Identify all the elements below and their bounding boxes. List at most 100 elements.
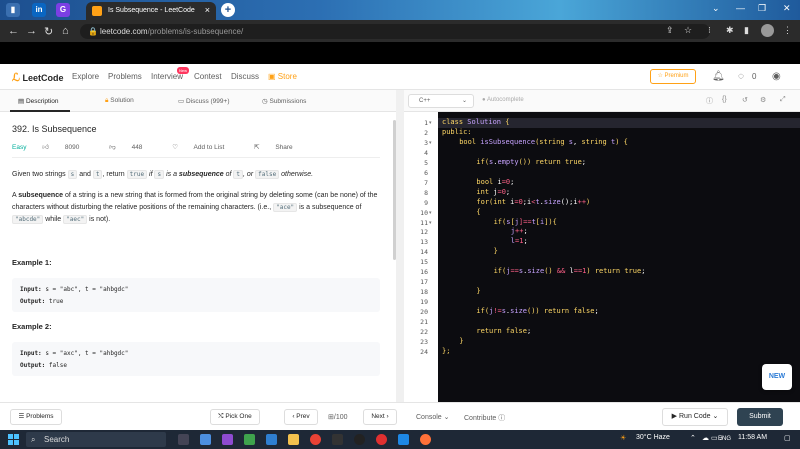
code-line[interactable]: if(s[j]==t[i]){ xyxy=(494,218,557,226)
code-line[interactable]: class Solution { xyxy=(442,118,509,126)
fold-arrow-icon[interactable]: ▾ xyxy=(429,140,432,146)
pick-one-button[interactable]: ⤭ Pick One xyxy=(210,409,260,425)
active-tab[interactable]: Is Subsequence - LeetCode × xyxy=(86,2,216,20)
code-line[interactable]: bool isSubsequence(string s, string t) { xyxy=(459,138,628,146)
notifications-icon[interactable]: ▢ xyxy=(784,434,791,442)
sidebar-icon[interactable]: ▮ xyxy=(744,25,749,36)
weather-text[interactable]: 30°C Haze xyxy=(636,434,670,441)
new-tab-button[interactable]: + xyxy=(221,3,235,17)
settings-icon[interactable]: ⚙ xyxy=(760,96,766,104)
vscode-icon[interactable] xyxy=(398,434,409,445)
close-window-icon[interactable]: ✕ xyxy=(783,3,791,14)
fullscreen-icon[interactable]: ⤢ xyxy=(780,96,786,104)
menu-icon[interactable]: ⋮ xyxy=(783,25,792,36)
submit-button[interactable]: Submit xyxy=(737,408,783,426)
pinned-tab-icon[interactable]: ▮ xyxy=(6,3,20,17)
linkedin-tab-icon[interactable]: in xyxy=(32,3,46,17)
prev-button[interactable]: ‹ Prev xyxy=(284,409,318,425)
restore-icon[interactable]: ❐ xyxy=(758,3,766,14)
opera-icon[interactable] xyxy=(376,434,387,445)
code-line[interactable]: } xyxy=(476,287,480,295)
onenote-icon[interactable] xyxy=(222,434,233,445)
task-view-icon[interactable] xyxy=(178,434,189,445)
user-avatar-icon[interactable]: ◉ xyxy=(772,71,781,82)
app-icon[interactable] xyxy=(200,434,211,445)
windows-start-icon[interactable] xyxy=(8,434,19,445)
coin-icon[interactable]: ◌ xyxy=(738,71,744,82)
tab-description[interactable]: ▤ Description xyxy=(18,97,58,105)
console-toggle[interactable]: Console ⌄ xyxy=(416,413,450,421)
tab-search-icon[interactable]: ⌄ xyxy=(712,3,720,14)
code-line[interactable]: for(int i=0;i<t.size();i++) xyxy=(476,198,590,206)
tab-submissions[interactable]: ◷ Submissions xyxy=(262,97,306,105)
tray-chevron-icon[interactable]: ⌃ xyxy=(690,434,696,442)
url-field[interactable]: 🔒 leetcode.com/problems/is-subsequence/ xyxy=(80,24,710,39)
minimize-icon[interactable]: — xyxy=(736,3,745,13)
premium-button[interactable]: ☆ Premium xyxy=(650,69,696,84)
code-line[interactable]: { xyxy=(476,208,480,216)
code-line[interactable]: bool i=0; xyxy=(476,178,514,186)
fold-arrow-icon[interactable]: ▾ xyxy=(429,210,432,216)
dislike-button[interactable]: 👎︎ 448 xyxy=(109,144,156,151)
code-line[interactable]: j++; xyxy=(511,227,528,235)
reset-icon[interactable]: ↺ xyxy=(742,96,748,104)
fold-arrow-icon[interactable]: ▾ xyxy=(429,120,432,126)
code-line[interactable]: l=1; xyxy=(511,237,528,245)
extension-icon[interactable]: ⁝ xyxy=(708,25,711,36)
like-button[interactable]: 👍︎ 8090 xyxy=(42,144,93,151)
notification-bell-icon[interactable]: 🔔︎ xyxy=(712,71,725,82)
language-indicator[interactable]: ENG xyxy=(718,436,731,442)
photos-icon[interactable] xyxy=(266,434,277,445)
nav-store[interactable]: ▣ Store xyxy=(268,72,297,81)
code-line[interactable]: } xyxy=(459,337,463,345)
pinned-app-tab-icon[interactable]: G xyxy=(56,3,70,17)
share-icon[interactable]: ⇪ xyxy=(666,25,674,36)
contribute-link[interactable]: Contribute ⓘ xyxy=(464,413,505,423)
terminal-icon[interactable] xyxy=(332,434,343,445)
profile-avatar[interactable] xyxy=(761,24,774,37)
tab-discuss[interactable]: ▭ Discuss (999+) xyxy=(178,97,229,105)
code-line[interactable]: if(s.empty()) return true; xyxy=(476,158,586,166)
clock[interactable]: 11:58 AM xyxy=(738,434,767,441)
code-line[interactable]: int j=0; xyxy=(476,188,510,196)
leetcode-logo[interactable]: ℒ LeetCode xyxy=(12,71,63,84)
new-feature-button[interactable]: NEW xyxy=(762,364,792,390)
autocomplete-toggle[interactable]: ● Autocomplete xyxy=(482,97,524,103)
code-line[interactable]: public: xyxy=(442,128,472,136)
panel-resizer[interactable] xyxy=(396,90,404,402)
run-code-button[interactable]: ▶ Run Code ⌄ xyxy=(662,408,728,426)
file-explorer-icon[interactable] xyxy=(288,434,299,445)
excel-icon[interactable] xyxy=(244,434,255,445)
next-button[interactable]: Next › xyxy=(363,409,397,425)
bookmark-star-icon[interactable]: ☆ xyxy=(684,25,692,36)
fold-arrow-icon[interactable]: ▾ xyxy=(429,220,432,226)
code-line[interactable]: if(j!=s.size()) return false; xyxy=(476,307,598,315)
code-line[interactable]: return false; xyxy=(476,327,531,335)
add-to-list-button[interactable]: ♡ Add to List xyxy=(172,144,238,151)
code-line[interactable]: } xyxy=(494,247,498,255)
tab-solution[interactable]: 🔒︎ Solution xyxy=(105,97,134,105)
share-button[interactable]: ⇱ Share xyxy=(254,144,307,151)
language-select[interactable]: C++ ⌄ xyxy=(408,94,474,108)
github-icon[interactable] xyxy=(354,434,365,445)
puzzle-icon[interactable]: ✱ xyxy=(726,25,734,36)
code-editor[interactable]: 1 ▾ 2 3 ▾ 4 5 6 7 8 9 10 ▾ 11 ▾ 12 13 14 15 16 17 18 19 20 21 22 2… xyxy=(404,112,800,402)
code-line[interactable]: }; xyxy=(442,347,450,355)
nav-explore[interactable]: Explore xyxy=(72,72,99,81)
tab-submissions-label: Submissions xyxy=(269,98,307,105)
forward-icon[interactable]: → xyxy=(26,25,37,37)
close-tab-icon[interactable]: × xyxy=(205,5,210,15)
braces-icon[interactable]: {} xyxy=(722,96,727,103)
problems-list-button[interactable]: ☰ Problems xyxy=(10,409,62,425)
chrome-icon[interactable] xyxy=(310,434,321,445)
back-icon[interactable]: ← xyxy=(8,25,19,37)
home-icon[interactable]: ⌂ xyxy=(62,25,69,37)
nav-contest[interactable]: Contest xyxy=(194,72,222,81)
info-icon[interactable]: ⓘ xyxy=(706,96,713,106)
code-line[interactable]: if(j==s.size() && l==1) return true; xyxy=(494,267,646,275)
firefox-icon[interactable] xyxy=(420,434,431,445)
nav-discuss[interactable]: Discuss xyxy=(231,72,259,81)
taskbar-search[interactable]: ⌕ Search xyxy=(26,432,166,447)
reload-icon[interactable]: ↻ xyxy=(44,25,53,38)
nav-problems[interactable]: Problems xyxy=(108,72,142,81)
